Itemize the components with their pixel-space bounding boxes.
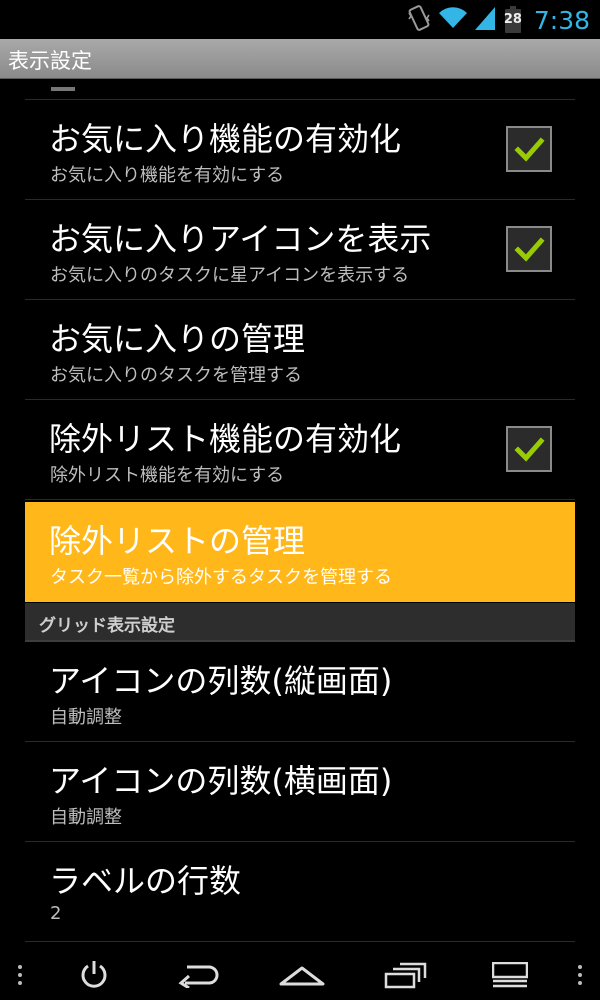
setting-title: お気に入りアイコンを表示 (49, 220, 432, 258)
setting-title: 除外リストの管理 (49, 522, 306, 560)
home-icon[interactable] (276, 950, 328, 1000)
battery-level: 28 (503, 12, 522, 27)
setting-columns-landscape[interactable]: アイコンの列数(横画面) 自動調整 (25, 742, 575, 842)
menu-dots-icon[interactable] (8, 950, 32, 1000)
menu-icon[interactable] (484, 950, 536, 1000)
setting-title: 除外リスト機能の有効化 (49, 420, 402, 458)
battery-icon: 28 (502, 5, 524, 35)
vibrate-icon (406, 3, 432, 37)
setting-label-lines[interactable]: ラベルの行数 2 (25, 842, 575, 942)
wifi-icon (438, 6, 468, 34)
exclusion-enable-checkbox[interactable] (506, 426, 552, 472)
setting-title: ラベルの行数 (49, 862, 242, 900)
setting-favorites-manage[interactable]: お気に入りの管理 お気に入りのタスクを管理する (25, 300, 575, 400)
setting-title: お気に入り機能の有効化 (49, 120, 402, 158)
setting-exclusion-manage[interactable]: 除外リストの管理 タスク一覧から除外するタスクを管理する (25, 502, 575, 602)
page-title: 表示設定 (8, 49, 92, 73)
navigation-bar (0, 950, 600, 1000)
status-bar: 28 7:38 (0, 0, 600, 39)
setting-summary: お気に入りのタスクを管理する (50, 365, 302, 386)
check-icon (514, 237, 545, 262)
title-bar: 表示設定 (0, 39, 600, 79)
back-icon[interactable] (172, 950, 224, 1000)
setting-summary: 自動調整 (50, 807, 122, 828)
setting-title: お気に入りの管理 (49, 320, 306, 358)
clock: 7:38 (533, 5, 590, 35)
setting-summary: お気に入り機能を有効にする (50, 165, 285, 186)
setting-favorites-icon[interactable]: お気に入りアイコンを表示 お気に入りのタスクに星アイコンを表示する (25, 200, 575, 300)
signal-icon (474, 5, 496, 35)
setting-summary: お気に入りのタスクに星アイコンを表示する (50, 265, 410, 286)
list-item-partial (25, 79, 575, 100)
setting-favorites-enable[interactable]: お気に入り機能の有効化 お気に入り機能を有効にする (25, 100, 575, 200)
menu-dots-icon[interactable] (568, 950, 592, 1000)
check-icon (514, 137, 545, 162)
setting-title: アイコンの列数(縦画面) (49, 662, 393, 700)
setting-columns-portrait[interactable]: アイコンの列数(縦画面) 自動調整 (25, 642, 575, 742)
favorites-enable-checkbox[interactable] (506, 126, 552, 172)
settings-list[interactable]: お気に入り機能の有効化 お気に入り機能を有効にする お気に入りアイコンを表示 お… (0, 79, 600, 950)
setting-summary: 除外リスト機能を有効にする (50, 465, 285, 486)
setting-summary: 自動調整 (50, 707, 122, 728)
status-icons: 28 7:38 (406, 2, 590, 38)
favorites-icon-checkbox[interactable] (506, 226, 552, 272)
setting-exclusion-enable[interactable]: 除外リスト機能の有効化 除外リスト機能を有効にする (25, 400, 575, 500)
check-icon (514, 437, 545, 462)
setting-summary: タスク一覧から除外するタスクを管理する (50, 567, 392, 588)
section-header-label: グリッド表示設定 (39, 616, 175, 636)
setting-summary: 2 (50, 903, 62, 924)
section-header-grid: グリッド表示設定 (25, 603, 575, 642)
setting-title: アイコンの列数(横画面) (49, 762, 393, 800)
recent-apps-icon[interactable] (380, 950, 432, 1000)
power-icon[interactable] (70, 950, 118, 1000)
